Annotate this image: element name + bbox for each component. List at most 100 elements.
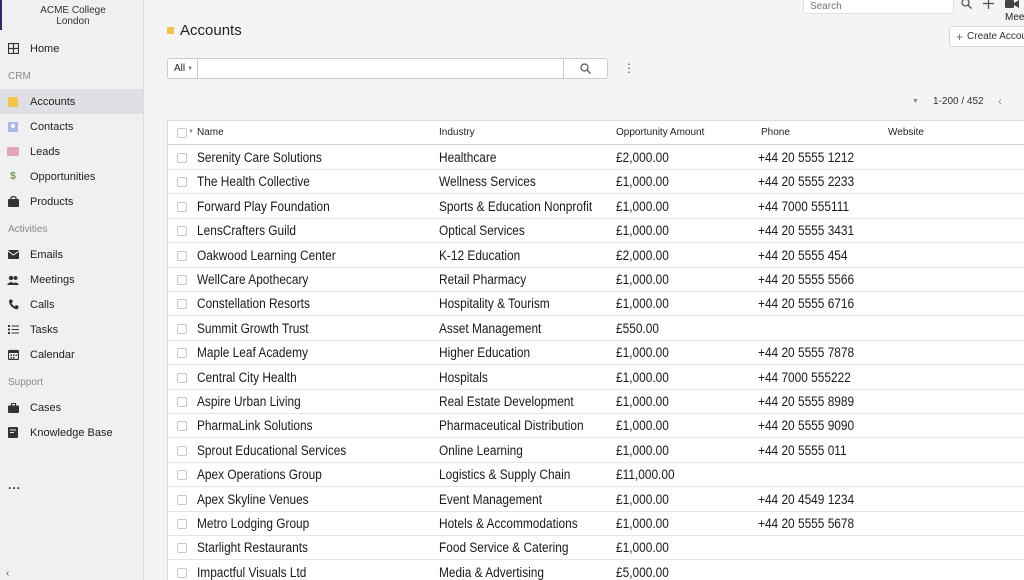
table-row[interactable]: Summit Growth Trust Asset Management £550.… [168,317,1024,341]
table-row[interactable]: Central City Health Hospitals £1,000.00 +44… [168,366,1024,390]
account-name-link[interactable]: Starlight Restaurants [197,540,308,555]
row-checkbox[interactable] [177,397,187,407]
filter-text-input[interactable] [198,58,564,79]
column-header-industry[interactable]: Industry [439,127,475,138]
table-row[interactable]: Forward Play Foundation Sports & Educatio… [168,195,1024,219]
sidebar-item-knowledge-base[interactable]: Knowledge Base [0,420,143,445]
brand-logo[interactable]: ACME College London [0,0,144,30]
row-checkbox[interactable] [177,445,187,456]
phone-cell[interactable]: +44 20 5555 6716 [758,296,854,311]
account-name-link[interactable]: PharmaLink Solutions [197,418,313,433]
row-checkbox[interactable] [177,299,187,310]
table-row[interactable]: Maple Leaf Academy Higher Education £1,000… [168,341,1024,366]
account-name-link[interactable]: Metro Lodging Group [197,516,309,531]
row-checkbox[interactable] [177,519,187,529]
table-row[interactable]: Aspire Urban Living Real Estate Developme… [168,390,1024,414]
global-search-input[interactable] [803,0,954,14]
column-header-phone[interactable]: Phone [761,127,790,138]
create-account-button[interactable]: + Create Accou [949,26,1024,47]
account-name-link[interactable]: Serenity Care Solutions [197,150,322,165]
phone-cell[interactable]: +44 20 5555 1212 [758,150,854,165]
row-checkbox[interactable] [177,494,187,505]
table-row[interactable]: PharmaLink Solutions Pharmaceutical Distr… [168,414,1024,439]
more-options-icon[interactable]: ⋮ [623,61,635,75]
table-row[interactable]: Serenity Care Solutions Healthcare £2,000.… [168,146,1024,170]
row-checkbox[interactable] [177,226,187,237]
column-header-website[interactable]: Website [888,127,924,138]
account-name-link[interactable]: Impactful Visuals Ltd [197,565,306,580]
row-checkbox[interactable] [177,372,187,383]
account-name-link[interactable]: Sprout Educational Services [197,443,346,458]
row-checkbox[interactable] [177,348,187,359]
column-header-opportunity-amount[interactable]: Opportunity Amount [616,127,704,138]
previous-page-icon[interactable]: ‹ [998,94,1002,108]
row-checkbox[interactable] [177,275,187,285]
filter-search-button[interactable] [563,58,608,79]
phone-cell[interactable]: +44 20 5555 454 [758,248,848,263]
account-name-link[interactable]: Constellation Resorts [197,296,310,311]
sidebar-item-products[interactable]: Products [0,189,143,214]
row-checkbox[interactable] [177,421,187,432]
search-icon[interactable] [961,0,972,12]
sidebar-item-calls[interactable]: Calls [0,292,143,317]
row-checkbox[interactable] [177,153,187,163]
row-checkbox[interactable] [177,323,187,334]
filter-scope-select[interactable]: All ▼ [167,58,198,79]
phone-cell[interactable]: +44 20 5555 2233 [758,174,854,189]
account-name-link[interactable]: Apex Skyline Venues [197,492,309,507]
row-checkbox[interactable] [177,201,187,212]
account-name-link[interactable]: LensCrafters Guild [197,223,296,238]
phone-cell[interactable]: +44 20 5555 3431 [758,223,854,238]
table-row[interactable]: WellCare Apothecary Retail Pharmacy £1,000… [168,268,1024,292]
table-row[interactable]: Impactful Visuals Ltd Media & Advertising… [168,561,1024,580]
sidebar-item-tasks[interactable]: Tasks [0,317,143,342]
row-checkbox[interactable] [177,543,187,554]
row-checkbox[interactable] [177,177,187,188]
phone-cell[interactable]: +44 7000 555111 [758,199,849,214]
pager-dropdown-icon[interactable]: ▼ [912,98,919,105]
sidebar-item-home[interactable]: Home [0,36,143,61]
sidebar-item-contacts[interactable]: Contacts [0,114,143,139]
account-name-link[interactable]: WellCare Apothecary [197,272,308,287]
table-row[interactable]: Apex Operations Group Logistics & Supply … [168,463,1024,488]
table-row[interactable]: LensCrafters Guild Optical Services £1,000… [168,219,1024,244]
account-name-link[interactable]: Summit Growth Trust [197,321,309,336]
account-name-link[interactable]: Apex Operations Group [197,467,322,482]
phone-cell[interactable]: +44 20 5555 8989 [758,394,854,409]
sidebar-item-meetings[interactable]: Meetings [0,267,143,292]
meetings-label[interactable]: Mee [1005,12,1024,23]
sidebar-item-accounts[interactable]: Accounts [0,89,143,114]
table-row[interactable]: Starlight Restaurants Food Service & Cate… [168,536,1024,561]
column-header-name[interactable]: Name [197,127,224,138]
sidebar-item-cases[interactable]: Cases [0,395,143,420]
row-checkbox[interactable] [177,250,187,261]
table-row[interactable]: Metro Lodging Group Hotels & Accommodatio… [168,512,1024,536]
table-row[interactable]: Sprout Educational Services Online Learni… [168,439,1024,463]
phone-cell[interactable]: +44 7000 555222 [758,370,851,385]
account-name-link[interactable]: The Health Collective [197,174,310,189]
table-row[interactable]: Apex Skyline Venues Event Management £1,00… [168,488,1024,512]
account-name-link[interactable]: Forward Play Foundation [197,199,330,214]
sidebar-more-button[interactable]: ... [8,478,21,492]
phone-cell[interactable]: +44 20 5555 011 [758,443,847,458]
sidebar-item-calendar[interactable]: Calendar [0,342,143,367]
row-checkbox[interactable] [177,470,187,481]
phone-cell[interactable]: +44 20 4549 1234 [758,492,854,507]
sidebar-item-leads[interactable]: Leads [0,139,143,164]
caret-down-icon[interactable]: ▼ [188,129,194,135]
select-all-checkbox[interactable] [177,128,187,138]
phone-cell[interactable]: +44 20 5555 7878 [758,345,854,360]
account-name-link[interactable]: Aspire Urban Living [197,394,301,409]
phone-cell[interactable]: +44 20 5555 5678 [758,516,854,531]
plus-icon[interactable] [983,0,994,12]
phone-cell[interactable]: +44 20 5555 9090 [758,418,854,433]
table-row[interactable]: Oakwood Learning Center K-12 Education £2,… [168,244,1024,268]
sidebar-collapse-icon[interactable]: ‹ [6,568,9,579]
table-row[interactable]: The Health Collective Wellness Services £1… [168,170,1024,195]
phone-cell[interactable]: +44 20 5555 5566 [758,272,854,287]
video-camera-icon[interactable] [1005,0,1019,12]
sidebar-item-emails[interactable]: Emails [0,242,143,267]
account-name-link[interactable]: Maple Leaf Academy [197,345,308,360]
account-name-link[interactable]: Central City Health [197,370,297,385]
sidebar-item-opportunities[interactable]: $ Opportunities [0,164,143,189]
